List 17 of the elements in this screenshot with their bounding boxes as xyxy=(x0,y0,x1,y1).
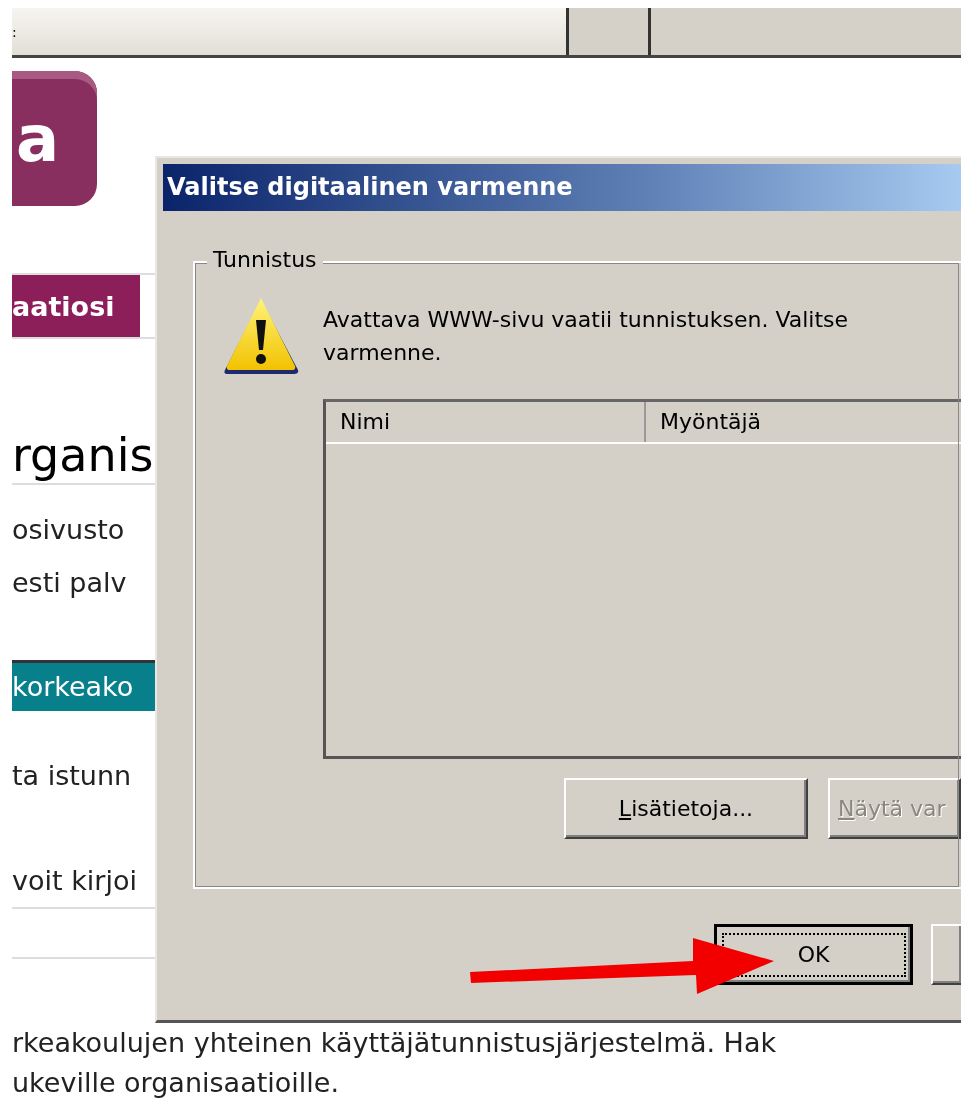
paragraph-text: rkeakoulujen yhteinen käyttäjätunnistusjärjestelmä. Hak xyxy=(12,1026,778,1060)
paragraph-text: esti palv xyxy=(12,566,128,600)
certificate-list[interactable]: Nimi Myöntäjä xyxy=(323,399,961,759)
dialog-title-bar: Valitse digitaalinen varmenne xyxy=(163,164,961,211)
nav-tab[interactable]: aatiosi xyxy=(12,275,140,337)
section-bar: korkeako xyxy=(12,660,155,711)
paragraph-text: ukeville organisaatioille. xyxy=(12,1066,340,1100)
dialog-button[interactable] xyxy=(931,924,961,985)
toolbar-text: : xyxy=(12,23,17,40)
column-header[interactable]: Myöntäjä xyxy=(646,402,961,442)
logo: a xyxy=(12,71,97,206)
paragraph-text: osivusto xyxy=(12,513,126,547)
warning-icon xyxy=(221,296,301,376)
column-header[interactable]: Nimi xyxy=(326,402,646,442)
paragraph-text: ta istunn xyxy=(12,759,133,793)
button[interactable]: Lisätietoja... xyxy=(564,778,808,839)
message-text: Avattava WWW-sivu vaatii tunnistuksen. Valitse varmenne. xyxy=(323,306,850,367)
